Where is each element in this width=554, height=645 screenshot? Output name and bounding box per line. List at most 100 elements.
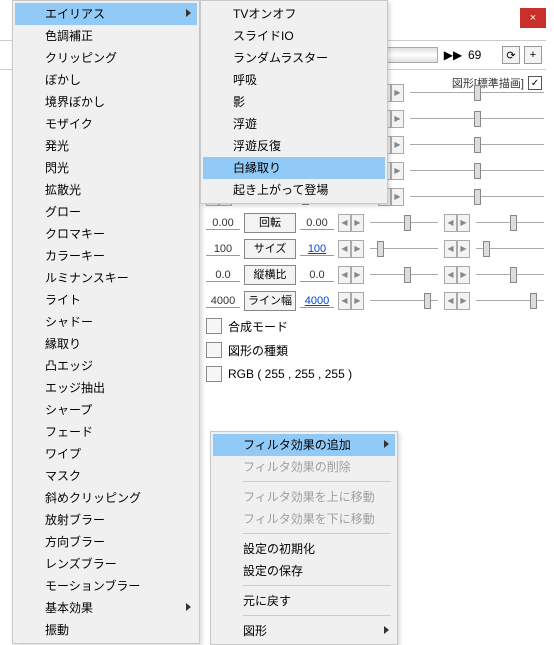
menu-item[interactable]: 影 (203, 91, 385, 113)
slider-thumb[interactable] (474, 137, 481, 153)
param-button[interactable]: サイズ (244, 239, 296, 259)
slider-track[interactable] (410, 136, 544, 154)
menu-item[interactable]: 起き上がって登場 (203, 179, 385, 201)
context-menu-item[interactable]: 元に戻す (213, 590, 395, 612)
value-stepper[interactable]: ◀▶ (444, 240, 470, 258)
menu-item[interactable]: ルミナンスキー (15, 267, 197, 289)
param-button[interactable]: 縦横比 (244, 265, 296, 285)
value-stepper[interactable]: ◀▶ (444, 266, 470, 284)
menu-item[interactable]: 浮遊 (203, 113, 385, 135)
slider-track[interactable] (370, 240, 438, 258)
menu-item[interactable]: モザイク (15, 113, 197, 135)
param-value-right[interactable]: 4000 (300, 295, 334, 308)
context-menu-item[interactable]: 設定の保存 (213, 560, 395, 582)
slider-thumb[interactable] (404, 215, 411, 231)
recycle-button[interactable]: ⟳ (502, 46, 520, 64)
menu-item[interactable]: ワイプ (15, 443, 197, 465)
menu-item[interactable]: ライト (15, 289, 197, 311)
slider-track[interactable] (476, 266, 544, 284)
menu-item[interactable]: 白縁取り (203, 157, 385, 179)
close-button[interactable]: × (520, 8, 546, 28)
row-box-icon[interactable] (206, 318, 222, 334)
menu-item[interactable]: シャドー (15, 311, 197, 333)
menu-item[interactable]: モーションブラー (15, 575, 197, 597)
menu-item[interactable]: 凸エッジ (15, 355, 197, 377)
slider-thumb[interactable] (474, 85, 481, 101)
param-value-left[interactable]: 4000 (206, 295, 240, 308)
menu-item[interactable]: 色調補正 (15, 25, 197, 47)
value-stepper[interactable]: ◀▶ (338, 266, 364, 284)
slider-thumb[interactable] (530, 293, 537, 309)
menu-item[interactable]: ぼかし (15, 69, 197, 91)
menu-item[interactable]: 斜めクリッピング (15, 487, 197, 509)
menu-item[interactable]: エッジ抽出 (15, 377, 197, 399)
slider-track[interactable] (476, 292, 544, 310)
slider-track[interactable] (410, 84, 544, 102)
plus-button[interactable]: + (524, 46, 542, 64)
value-stepper[interactable]: ◀▶ (338, 292, 364, 310)
slider-track[interactable] (410, 188, 544, 206)
value-stepper[interactable]: ◀▶ (338, 240, 364, 258)
menu-item[interactable]: 放射ブラー (15, 509, 197, 531)
slider-track[interactable] (476, 214, 544, 232)
slider-thumb[interactable] (424, 293, 431, 309)
menu-item[interactable]: TVオンオフ (203, 3, 385, 25)
menu-item[interactable]: 方向ブラー (15, 531, 197, 553)
param-value-left[interactable]: 0.00 (206, 217, 240, 230)
context-menu-item[interactable]: 設定の初期化 (213, 538, 395, 560)
menu-item[interactable]: クリッピング (15, 47, 197, 69)
menu-item[interactable]: フェード (15, 421, 197, 443)
param-value-left[interactable]: 0.0 (206, 269, 240, 282)
param-value-right[interactable]: 100 (300, 243, 334, 256)
menu-item[interactable]: レンズブラー (15, 553, 197, 575)
menu-item[interactable]: 浮遊反復 (203, 135, 385, 157)
menu-item[interactable]: 境界ぼかし (15, 91, 197, 113)
context-menu: フィルタ効果の追加フィルタ効果の削除フィルタ効果を上に移動フィルタ効果を下に移動… (210, 431, 398, 645)
context-menu-item[interactable]: 図形 (213, 620, 395, 642)
slider-thumb[interactable] (483, 241, 490, 257)
menu-item[interactable]: 呼吸 (203, 69, 385, 91)
slider-track[interactable] (370, 214, 438, 232)
menu-item[interactable]: ランダムラスター (203, 47, 385, 69)
menu-item[interactable]: シャープ (15, 399, 197, 421)
slider-thumb[interactable] (474, 111, 481, 127)
context-menu-item[interactable]: フィルタ効果の追加 (213, 434, 395, 456)
menu-item[interactable]: 発光 (15, 135, 197, 157)
static-row: 図形の種類 (206, 338, 546, 362)
param-value-right[interactable]: 0.0 (300, 269, 334, 282)
menu-item[interactable]: 縁取り (15, 333, 197, 355)
menu-item[interactable]: 閃光 (15, 157, 197, 179)
menu-item[interactable]: グロー (15, 201, 197, 223)
row-box-icon[interactable] (206, 366, 222, 382)
param-value-left[interactable]: 100 (206, 243, 240, 256)
value-stepper[interactable]: ◀▶ (338, 214, 364, 232)
menu-item[interactable]: 振動 (15, 619, 197, 641)
menu-item[interactable]: 基本効果 (15, 597, 197, 619)
menu-item-header[interactable]: エイリアス (15, 3, 197, 25)
slider-track[interactable] (410, 110, 544, 128)
value-stepper[interactable]: ◀▶ (444, 214, 470, 232)
slider-track[interactable] (410, 162, 544, 180)
param-button[interactable]: 回転 (244, 213, 296, 233)
param-button[interactable]: ライン幅 (244, 291, 296, 311)
menu-item[interactable]: マスク (15, 465, 197, 487)
slider-thumb[interactable] (474, 163, 481, 179)
slider-thumb[interactable] (510, 267, 517, 283)
slider-thumb[interactable] (510, 215, 517, 231)
slider-thumb[interactable] (404, 267, 411, 283)
menu-item[interactable]: 拡散光 (15, 179, 197, 201)
menu-item[interactable]: カラーキー (15, 245, 197, 267)
chevron-right-icon (186, 9, 191, 17)
slider-thumb[interactable] (474, 189, 481, 205)
value-stepper[interactable]: ◀▶ (444, 292, 470, 310)
row-box-icon[interactable] (206, 342, 222, 358)
slider-thumb[interactable] (377, 241, 384, 257)
chevron-right-icon (186, 603, 191, 611)
jump-forward-button[interactable]: ▶▶ (442, 45, 464, 65)
menu-item[interactable]: スライドIO (203, 25, 385, 47)
menu-item[interactable]: クロマキー (15, 223, 197, 245)
slider-track[interactable] (370, 292, 438, 310)
param-value-right[interactable]: 0.00 (300, 217, 334, 230)
slider-track[interactable] (370, 266, 438, 284)
slider-track[interactable] (476, 240, 544, 258)
